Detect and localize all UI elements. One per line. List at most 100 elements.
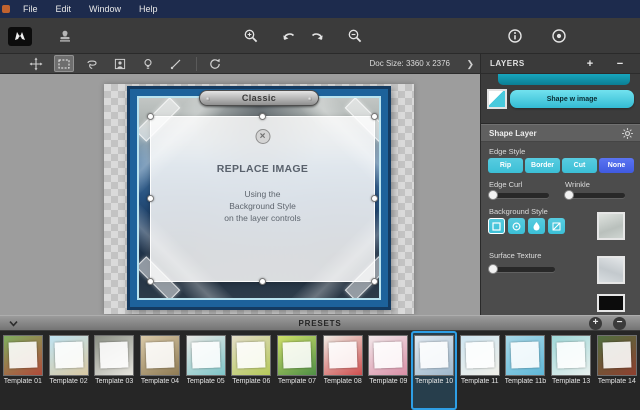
preset-label: Template 01 xyxy=(4,378,42,385)
zoom-in-button[interactable] xyxy=(240,24,262,48)
edge-style-buttons: RipBorderCutNone xyxy=(488,158,634,173)
preset-item[interactable]: Template 02 xyxy=(46,331,92,410)
preset-thumb xyxy=(368,335,408,376)
layer-item[interactable]: Shape w image xyxy=(510,90,634,108)
move-tool-button[interactable] xyxy=(26,55,46,72)
preset-item[interactable]: Template 04 xyxy=(137,331,183,410)
layers-panel-header: LAYERS + − xyxy=(480,54,640,74)
remove-layer-button[interactable]: − xyxy=(612,54,628,74)
photo-frame-layer[interactable]: Classic × xyxy=(127,86,391,310)
preset-thumb xyxy=(551,335,591,376)
preset-item[interactable]: Template 03 xyxy=(91,331,137,410)
document-transparency-background: Classic × xyxy=(104,84,414,314)
edge-style-button[interactable]: Border xyxy=(525,158,560,173)
canvas-area[interactable]: Classic × xyxy=(0,74,480,315)
preset-thumb-paper xyxy=(328,342,357,369)
circle-icon xyxy=(512,222,521,231)
line-tool-button[interactable] xyxy=(166,55,186,72)
zoom-out-button[interactable] xyxy=(344,24,366,48)
stamp-tool-button[interactable] xyxy=(54,24,76,48)
wrinkle-slider[interactable] xyxy=(565,193,625,198)
lasso-tool-button[interactable] xyxy=(82,55,102,72)
menu-bar: FileEditWindowHelp xyxy=(0,0,640,18)
presets-bar: PRESETS + − xyxy=(0,315,640,331)
layers-title: LAYERS xyxy=(490,54,525,74)
preset-item[interactable]: Template 10 xyxy=(411,331,457,410)
preset-label: Template 11 xyxy=(461,378,499,385)
redo-button[interactable] xyxy=(306,24,328,48)
menu-item[interactable]: Window xyxy=(80,0,130,18)
add-preset-button[interactable]: + xyxy=(589,317,602,330)
zoom-in-icon xyxy=(243,28,259,44)
preset-item[interactable]: Template 07 xyxy=(274,331,320,410)
layer-item-partial[interactable] xyxy=(498,74,630,85)
tools-row: Doc Size: 3360 x 2376 ❯ xyxy=(0,54,482,74)
main-toolbar xyxy=(0,18,640,54)
preset-item[interactable]: Template 05 xyxy=(183,331,229,410)
add-layer-button[interactable]: + xyxy=(582,54,598,74)
layer-thumbnail[interactable] xyxy=(487,89,507,109)
bg-style-none-button[interactable] xyxy=(548,218,565,234)
shadow-texture-thumbnail[interactable] xyxy=(597,294,625,312)
bg-style-drop-button[interactable] xyxy=(528,218,545,234)
bg-style-radial-button[interactable] xyxy=(508,218,525,234)
lasso-icon xyxy=(85,57,99,71)
surface-texture-slider-knob[interactable] xyxy=(488,264,498,274)
selection-handle[interactable] xyxy=(147,195,154,202)
preset-thumb-paper xyxy=(8,342,37,369)
preset-item[interactable]: Template 11 xyxy=(457,331,503,410)
replace-image-overlay[interactable]: × REPLACE IMAGE Using the Background Sty… xyxy=(150,116,375,282)
layer-controls-panel: Shape w image Shape Layer Edge Style Rip… xyxy=(480,74,640,315)
preset-item[interactable]: Template 01 xyxy=(0,331,46,410)
doc-size-label: Doc Size: 3360 x 2376 xyxy=(370,54,451,74)
layer-name: Shape w image xyxy=(547,96,598,103)
bulb-tool-button[interactable] xyxy=(138,55,158,72)
remove-preset-button[interactable]: − xyxy=(613,317,626,330)
selection-handle[interactable] xyxy=(371,113,378,120)
selection-handle[interactable] xyxy=(371,195,378,202)
marquee-icon xyxy=(57,57,71,71)
edge-style-button[interactable]: Rip xyxy=(488,158,523,173)
bg-style-plain-button[interactable] xyxy=(488,218,505,234)
preset-thumb-paper xyxy=(374,342,403,369)
screw-icon xyxy=(308,97,312,101)
edge-curl-slider[interactable] xyxy=(489,193,549,198)
background-texture-thumbnail[interactable] xyxy=(597,212,625,240)
preset-item[interactable]: Template 13 xyxy=(548,331,594,410)
info-button[interactable] xyxy=(504,24,526,48)
edge-style-button[interactable]: Cut xyxy=(562,158,597,173)
selection-handle[interactable] xyxy=(371,278,378,285)
preset-thumb-paper xyxy=(511,342,540,369)
preset-label: Template 04 xyxy=(141,378,179,385)
edge-curl-slider-knob[interactable] xyxy=(488,190,498,200)
edge-style-button[interactable]: None xyxy=(599,158,634,173)
preset-item[interactable]: Template 14 xyxy=(594,331,640,410)
preset-item[interactable]: Template 09 xyxy=(366,331,412,410)
preset-label: Template 14 xyxy=(598,378,636,385)
app-logo-icon xyxy=(8,27,32,46)
preset-item[interactable]: Template 11b xyxy=(503,331,549,410)
preset-item[interactable]: Template 06 xyxy=(228,331,274,410)
surface-texture-slider[interactable] xyxy=(489,267,555,272)
layer-options-button[interactable] xyxy=(621,127,634,140)
preset-label: Template 13 xyxy=(552,378,590,385)
rotate-tool-button[interactable] xyxy=(205,55,225,72)
wrinkle-slider-knob[interactable] xyxy=(564,190,574,200)
menu-item[interactable]: File xyxy=(14,0,47,18)
preset-item[interactable]: Template 08 xyxy=(320,331,366,410)
selection-handle[interactable] xyxy=(147,113,154,120)
menu-item[interactable]: Help xyxy=(130,0,167,18)
close-icon[interactable]: × xyxy=(255,129,270,144)
selection-handle[interactable] xyxy=(259,113,266,120)
undo-button[interactable] xyxy=(278,24,300,48)
selection-handle[interactable] xyxy=(147,278,154,285)
background-style-buttons xyxy=(488,218,565,234)
settings-button[interactable] xyxy=(548,24,570,48)
surface-texture-thumbnail[interactable] xyxy=(597,256,625,284)
preset-label: Template 02 xyxy=(49,378,87,385)
chevron-right-icon[interactable]: ❯ xyxy=(466,54,474,74)
portrait-tool-button[interactable] xyxy=(110,55,130,72)
marquee-tool-button[interactable] xyxy=(54,55,74,72)
menu-item[interactable]: Edit xyxy=(47,0,81,18)
selection-handle[interactable] xyxy=(259,278,266,285)
